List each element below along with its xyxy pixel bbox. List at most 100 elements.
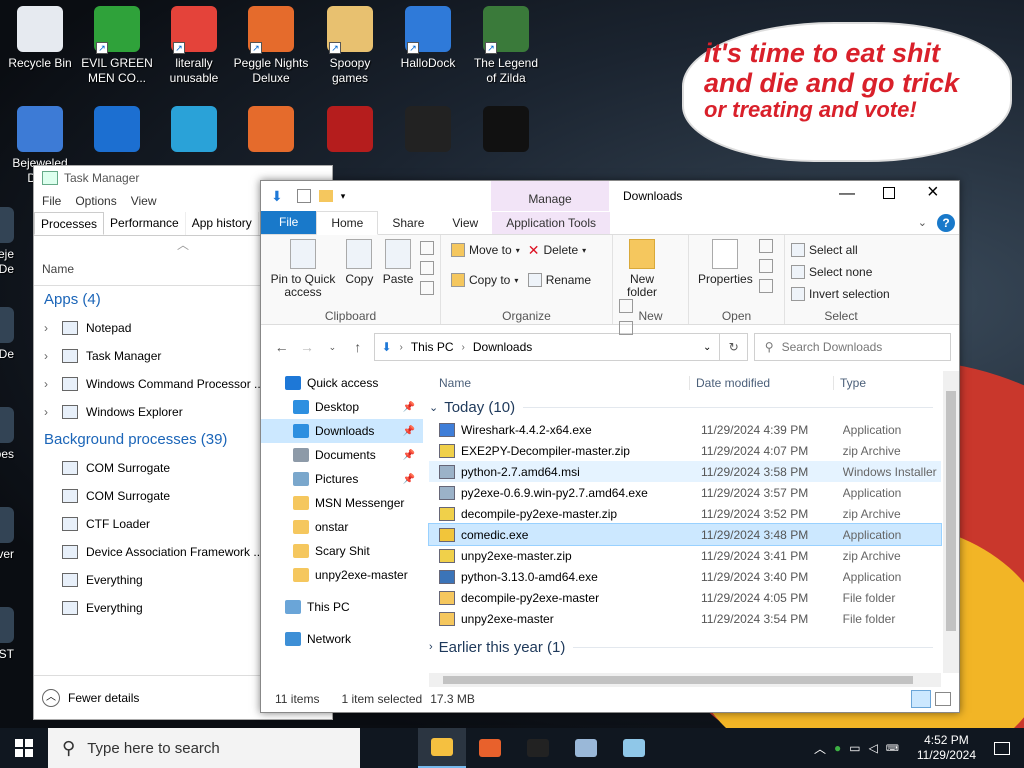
ribbon-expand-icon[interactable]: ⌄ (918, 216, 927, 229)
group-today[interactable]: ⌄ Today (10) (429, 395, 941, 419)
nav-this-pc[interactable]: This PC (261, 595, 423, 619)
close-icon[interactable]: × (927, 181, 939, 204)
file-row[interactable]: py2exe-0.6.9.win-py2.7.amd64.exe 11/29/20… (429, 482, 941, 503)
vertical-scrollbar[interactable] (943, 371, 959, 673)
cut-icon[interactable] (419, 241, 434, 255)
nav-item[interactable]: Pictures 📌 (261, 467, 423, 491)
expand-chevron-icon[interactable]: › (44, 405, 62, 419)
tab-performance[interactable]: Performance (104, 212, 186, 235)
pin-icon[interactable]: 📌 (403, 426, 415, 437)
desktop-icon[interactable]: Beje De (0, 207, 14, 277)
nav-item[interactable]: Quick access (261, 371, 423, 395)
file-row[interactable]: EXE2PY-Decompiler-master.zip 11/29/2024 4… (429, 440, 941, 461)
help-icon[interactable]: ? (937, 214, 955, 232)
expand-chevron-icon[interactable]: › (44, 377, 62, 391)
minimize-icon[interactable]: — (839, 185, 855, 203)
easy-access-icon[interactable] (619, 321, 633, 335)
desktop-icon[interactable] (156, 106, 232, 156)
recent-chevron-icon[interactable]: ⌄ (320, 342, 345, 353)
select-none-button[interactable]: Select none (791, 261, 891, 283)
nav-item[interactable]: unpy2exe-master (261, 563, 423, 587)
up-arrow-icon[interactable]: ↑ (345, 339, 370, 355)
nav-item[interactable]: MSN Messenger (261, 491, 423, 515)
search-box[interactable]: ⚲ Search Downloads (753, 333, 952, 361)
desktop-icon[interactable]: Ch De (0, 307, 14, 362)
select-all-button[interactable]: Select all (791, 239, 891, 261)
desktop-icon[interactable] (312, 106, 388, 156)
desktop-icon[interactable] (468, 106, 544, 156)
group-earlier[interactable]: › Earlier this year (1) (429, 635, 941, 659)
desktop-icon[interactable]: ↗ Spoopy games (312, 6, 388, 86)
nav-item[interactable]: Downloads 📌 (261, 419, 423, 443)
desktop-icon[interactable]: ↗ The Legend of Zilda (468, 6, 544, 86)
copy-to-button[interactable]: Copy to ▾ (451, 269, 520, 291)
msn-tray-icon[interactable]: ● (834, 741, 841, 755)
desktop-icon[interactable]: !INST (0, 607, 14, 662)
pin-icon[interactable]: 📌 (403, 474, 415, 485)
maximize-icon[interactable] (883, 187, 895, 199)
move-to-button[interactable]: Move to ▾ (451, 239, 520, 261)
pin-icon[interactable]: 📌 (403, 402, 415, 413)
tm-menu-options[interactable]: Options (75, 194, 116, 208)
column-date-modified[interactable]: Date modified (689, 376, 833, 390)
file-row[interactable]: decompile-py2exe-master.zip 11/29/2024 3:… (429, 503, 941, 524)
refresh-icon[interactable]: ↻ (720, 333, 748, 361)
expand-chevron-icon[interactable]: › (44, 349, 62, 363)
rename-button[interactable]: Rename (527, 269, 591, 291)
nav-item[interactable]: Documents 📌 (261, 443, 423, 467)
breadcrumb-downloads[interactable]: Downloads (473, 340, 532, 354)
desktop-icon[interactable]: ↗ literally unusable (156, 6, 232, 86)
paste-button[interactable]: Paste (383, 239, 413, 286)
file-row[interactable]: comedic.exe 11/29/2024 3:48 PM Application (428, 523, 942, 546)
expand-chevron-icon[interactable]: › (44, 321, 62, 335)
taskbar-app[interactable] (514, 728, 562, 768)
desktop-icon[interactable]: Recycle Bin (2, 6, 78, 71)
file-row[interactable]: Wireshark-4.4.2-x64.exe 11/29/2024 4:39 P… (429, 419, 941, 440)
desktop-icon[interactable] (390, 106, 466, 156)
network-tray-icon[interactable]: ▭ (849, 741, 860, 755)
tray-chevron-icon[interactable]: ︿ (814, 740, 826, 757)
start-button[interactable] (0, 728, 48, 768)
tm-menu-view[interactable]: View (131, 194, 157, 208)
taskbar-search[interactable]: ⚲ Type here to search (48, 728, 360, 768)
horizontal-scrollbar[interactable] (429, 673, 941, 687)
large-icons-view-icon[interactable] (935, 692, 951, 706)
invert-selection-button[interactable]: Invert selection (791, 283, 891, 305)
properties-qat-icon[interactable] (296, 189, 311, 203)
desktop-icon[interactable]: does (0, 407, 14, 462)
tab-application-tools[interactable]: Application Tools (492, 212, 611, 234)
properties-button[interactable]: Properties (698, 239, 753, 286)
taskbar-app[interactable] (610, 728, 658, 768)
file-row[interactable]: unpy2exe-master.zip 11/29/2024 3:41 PM zip… (429, 545, 941, 566)
taskbar-app[interactable] (466, 728, 514, 768)
desktop-icon[interactable] (79, 106, 155, 156)
copy-path-icon[interactable] (419, 261, 434, 275)
clock[interactable]: 4:52 PM 11/29/2024 (917, 733, 976, 763)
details-view-icon[interactable] (911, 690, 931, 708)
file-row[interactable]: decompile-py2exe-master 11/29/2024 4:05 P… (429, 587, 941, 608)
tab-processes[interactable]: Processes (34, 212, 105, 235)
desktop-icon[interactable]: ↗ HalloDock (390, 6, 466, 71)
tab-file[interactable]: File (261, 211, 317, 234)
tm-menu-file[interactable]: File (42, 194, 61, 208)
desktop-icon[interactable]: ↗ Peggle Nights Deluxe (233, 6, 309, 86)
tab-home[interactable]: Home (316, 211, 379, 235)
desktop-icon[interactable]: ↗ EVIL GREEN MEN CO... (79, 6, 155, 86)
explorer-titlebar[interactable]: ⬇ ▾ Manage Downloads — × (261, 181, 959, 211)
notifications-icon[interactable] (994, 741, 1010, 755)
delete-button[interactable]: ✕ Delete ▾ (528, 239, 591, 261)
new-folder-button[interactable]: New folder (622, 239, 662, 299)
file-row[interactable]: python-2.7.amd64.msi 11/29/2024 3:58 PM Wi… (429, 461, 941, 482)
breadcrumb-this-pc[interactable]: This PC (411, 340, 454, 354)
pin-icon[interactable]: 📌 (403, 450, 415, 461)
back-arrow-icon[interactable]: ← (269, 339, 294, 355)
forward-arrow-icon[interactable]: → (294, 339, 319, 355)
tab-app-history[interactable]: App history (186, 212, 259, 235)
scrollbar-thumb[interactable] (443, 676, 913, 684)
nav-item[interactable]: onstar (261, 515, 423, 539)
taskbar-app[interactable] (418, 728, 466, 768)
pin-quick-access-button[interactable]: Pin to Quick access (270, 239, 336, 299)
address-dropdown-icon[interactable]: ⌄ (703, 342, 711, 353)
volume-icon[interactable]: ◁ (869, 741, 878, 755)
scrollbar-thumb[interactable] (946, 391, 956, 631)
